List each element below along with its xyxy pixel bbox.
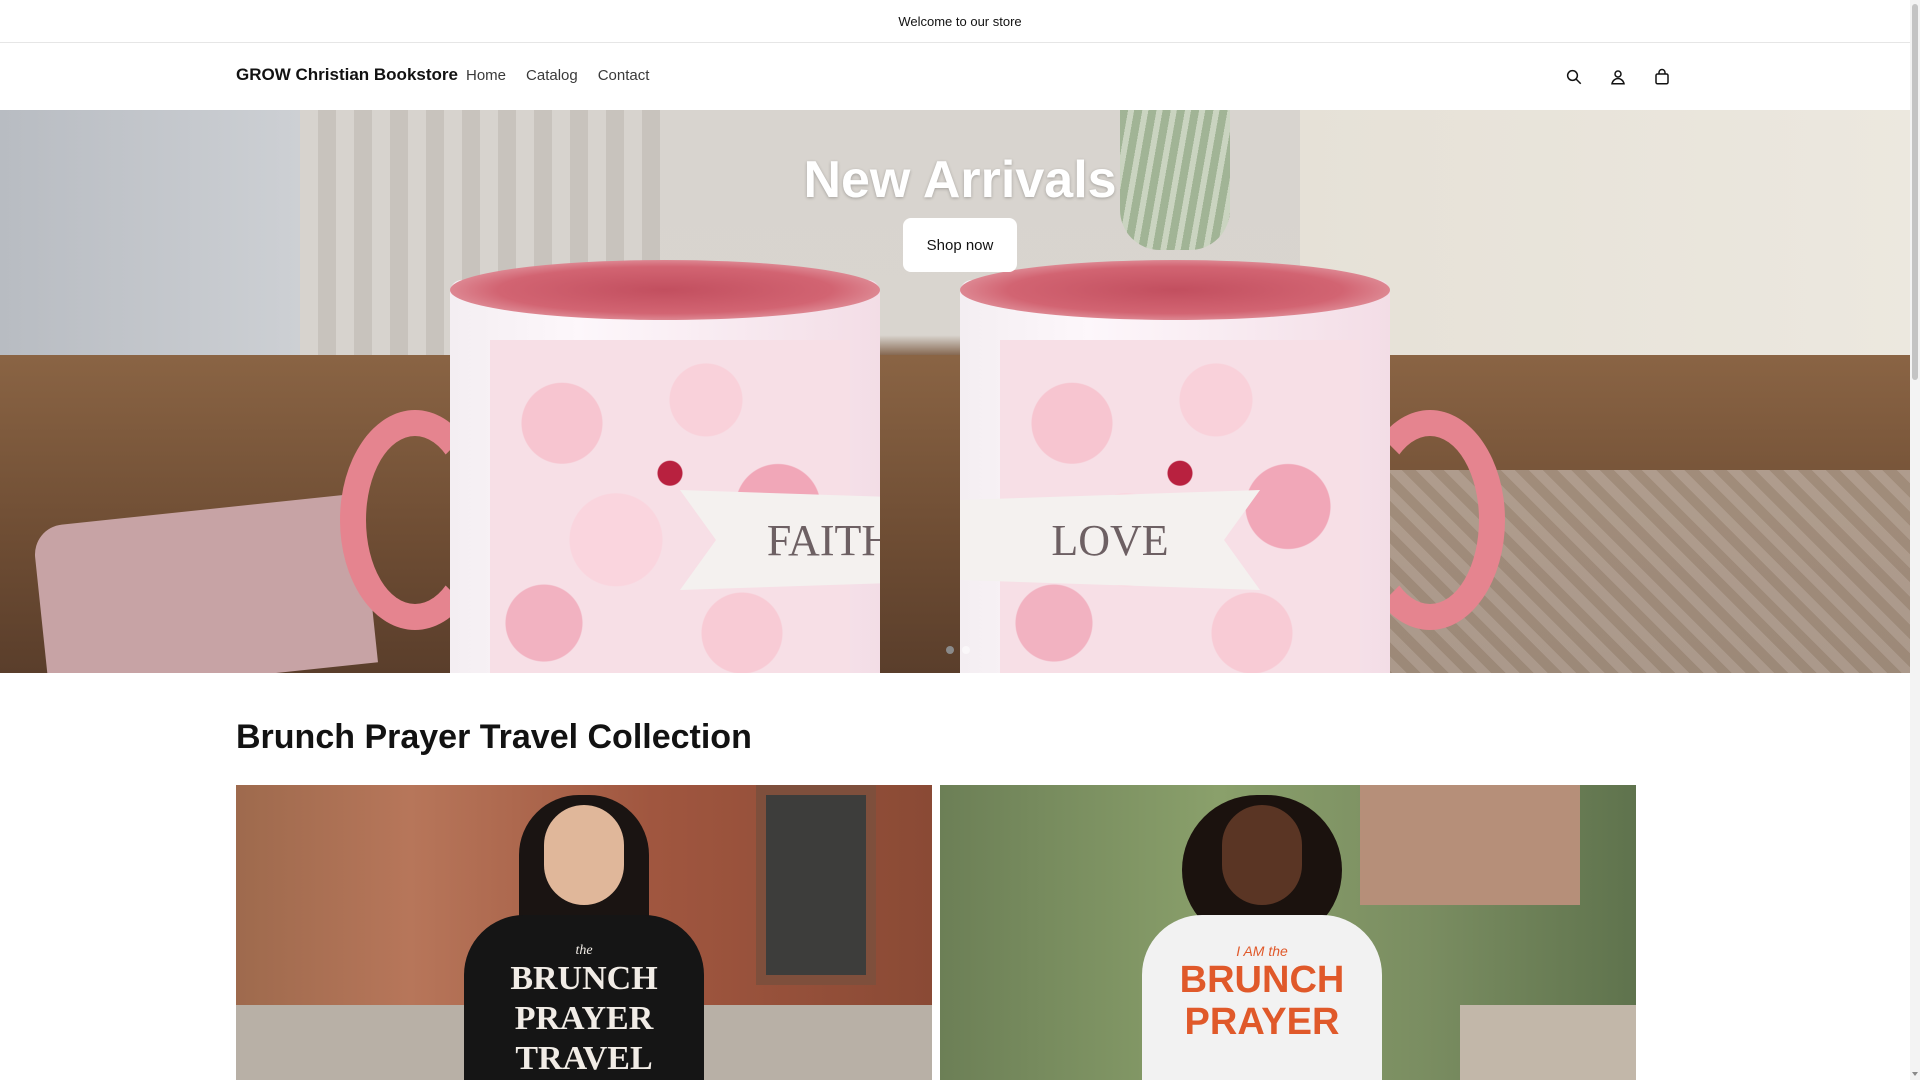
- slideshow-dots: [946, 646, 970, 654]
- mug-body: LOVE: [960, 280, 1390, 673]
- model-image: the BRUNCH PRAYER TRAVEL friend: [464, 795, 704, 1080]
- shop-now-button[interactable]: Shop now: [903, 218, 1017, 272]
- page-scrollbar[interactable]: [1910, 0, 1920, 1080]
- mug-rim: [450, 260, 880, 320]
- mug-rim: [960, 260, 1390, 320]
- nav-home[interactable]: Home: [466, 67, 506, 84]
- page: Welcome to our store GROW Christian Book…: [0, 0, 1920, 1080]
- store-logo[interactable]: GROW Christian Bookstore: [236, 65, 458, 85]
- site-header: GROW Christian Bookstore Home Catalog Co…: [0, 43, 1920, 109]
- shirt-line: I AM the: [1236, 943, 1288, 959]
- mug-left: FAITH: [340, 260, 880, 673]
- mug-right: LOVE: [960, 260, 1505, 673]
- collection-card[interactable]: the BRUNCH PRAYER TRAVEL friend: [236, 785, 932, 1080]
- hero-banner: FAITH LOVE New Arrivals Shop now: [0, 110, 1920, 673]
- announcement-text: Welcome to our store: [898, 13, 1022, 29]
- slide-dot-2[interactable]: [962, 646, 970, 654]
- scroll-down-arrow[interactable]: [1912, 1072, 1918, 1076]
- tshirt-print: the BRUNCH PRAYER TRAVEL friend: [464, 915, 704, 1080]
- nav-contact[interactable]: Contact: [598, 67, 650, 84]
- model-image: I AM the BRUNCH PRAYER: [1142, 795, 1382, 1080]
- hero-wall: [0, 110, 300, 355]
- main-nav: Home Catalog Contact: [466, 67, 669, 84]
- model-head: [1222, 805, 1302, 905]
- collection-card[interactable]: I AM the BRUNCH PRAYER: [940, 785, 1636, 1080]
- search-icon[interactable]: [1562, 65, 1586, 89]
- header-icons: [1562, 65, 1694, 89]
- shirt-line: PRAYER: [514, 1000, 654, 1037]
- shirt-line: PRAYER: [1184, 1001, 1340, 1043]
- model-head: [544, 805, 624, 905]
- card-path: [1460, 1005, 1636, 1080]
- announcement-bar: Welcome to our store: [0, 0, 1920, 43]
- hero-title: New Arrivals: [803, 151, 1117, 209]
- shirt-line: BRUNCH: [510, 960, 658, 997]
- shirt-line: BRUNCH: [1179, 959, 1345, 1001]
- scrollbar-thumb[interactable]: [1912, 4, 1918, 380]
- shirt-line: the: [575, 943, 593, 958]
- cart-icon[interactable]: [1650, 65, 1674, 89]
- hero-content: New Arrivals: [0, 150, 1920, 210]
- mug-body: FAITH: [450, 280, 880, 673]
- mug-banner: LOVE: [960, 490, 1260, 590]
- account-icon[interactable]: [1606, 65, 1630, 89]
- nav-catalog[interactable]: Catalog: [526, 67, 578, 84]
- shirt-line: TRAVEL: [515, 1040, 653, 1077]
- hero-wall-right: [1300, 110, 1920, 355]
- card-building: [1360, 785, 1580, 905]
- card-window: [756, 785, 876, 985]
- collection-title: Brunch Prayer Travel Collection: [236, 718, 752, 756]
- slide-dot-1[interactable]: [946, 646, 954, 654]
- tshirt-print: I AM the BRUNCH PRAYER: [1142, 915, 1382, 1080]
